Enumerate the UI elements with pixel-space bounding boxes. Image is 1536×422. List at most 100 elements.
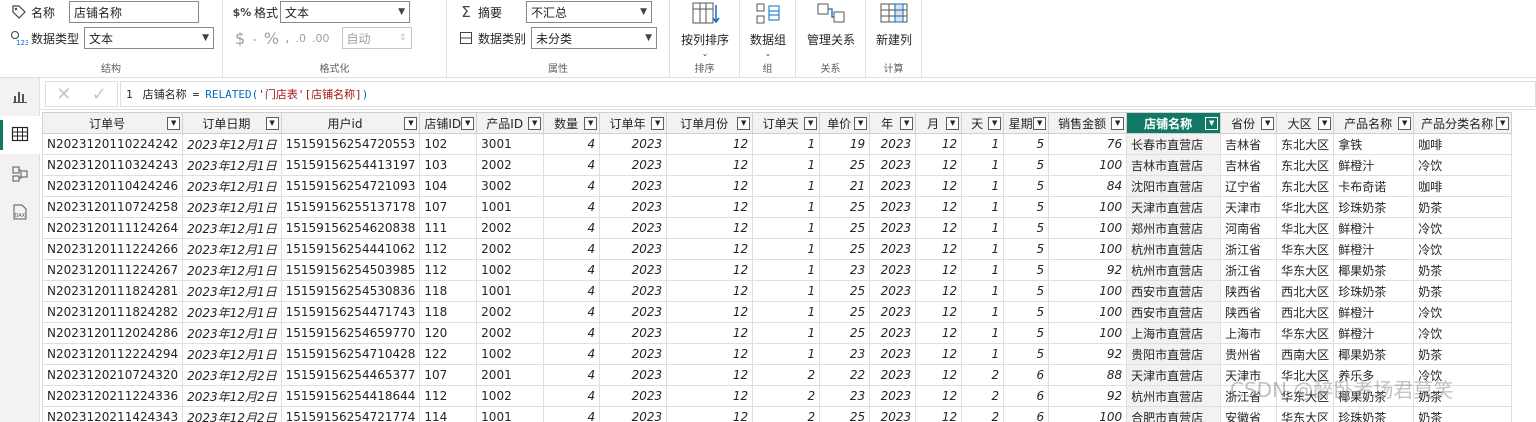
filter-dropdown-icon[interactable]: ▼ [584,116,598,130]
table-cell[interactable]: 鲜橙汁 [1333,154,1415,176]
table-cell[interactable]: 12 [915,238,963,260]
table-cell[interactable]: 12 [666,280,754,302]
table-cell[interactable]: 25 [819,406,871,422]
table-cell[interactable]: 4 [543,280,601,302]
table-cell[interactable]: 1001 [476,196,545,218]
column-header[interactable]: 省份 ▼ [1220,112,1278,134]
table-cell[interactable]: 104 [419,175,478,197]
table-cell[interactable]: 107 [419,196,478,218]
table-cell[interactable]: 1 [752,217,821,239]
table-row[interactable]: N2023120110224242 2023年12月1日 1515915625472… [42,133,1513,155]
table-cell[interactable]: 吉林省 [1220,133,1278,155]
table-cell[interactable]: 100 [1048,217,1128,239]
table-cell[interactable]: 2023 [599,133,668,155]
table-cell[interactable]: 5 [1003,280,1050,302]
table-cell[interactable]: 2023 [599,301,668,323]
table-cell[interactable]: 120 [419,322,478,344]
table-cell[interactable]: 鲜橙汁 [1333,238,1415,260]
table-cell[interactable]: 2023年12月1日 [182,322,282,344]
table-cell[interactable]: 1 [961,133,1005,155]
table-cell[interactable]: 15159156254710428 [280,343,421,365]
table-cell[interactable]: 92 [1048,385,1128,407]
table-cell[interactable]: 22 [819,364,871,386]
table-cell[interactable]: 2 [961,364,1005,386]
column-header[interactable]: 单价 ▼ [819,112,871,134]
table-cell[interactable]: 1 [961,280,1005,302]
table-cell[interactable]: 15159156254503985 [280,259,421,281]
table-cell[interactable]: 19 [819,133,871,155]
table-cell[interactable]: 椰果奶茶 [1333,343,1415,365]
table-cell[interactable]: 2023 [869,343,917,365]
table-cell[interactable]: 冷饮 [1413,217,1513,239]
table-cell[interactable]: 15159156254620838 [280,217,421,239]
comma-icon[interactable]: , [285,30,289,46]
table-cell[interactable]: 奶茶 [1413,259,1513,281]
report-view-button[interactable] [0,78,40,116]
table-cell[interactable]: 浙江省 [1220,259,1278,281]
table-cell[interactable]: 12 [666,385,754,407]
table-cell[interactable]: 23 [819,259,871,281]
table-cell[interactable]: 12 [666,217,754,239]
table-cell[interactable]: 112 [419,385,478,407]
column-header[interactable]: 天 ▼ [961,112,1005,134]
table-cell[interactable]: 2023年12月1日 [182,259,282,281]
column-header[interactable]: 产品名称 ▼ [1333,112,1415,134]
table-cell[interactable]: 沈阳市直营店 [1126,175,1222,197]
table-cell[interactable]: 1 [961,259,1005,281]
table-cell[interactable]: 4 [543,301,601,323]
table-cell[interactable]: 2023年12月1日 [182,343,282,365]
table-cell[interactable]: 12 [666,175,754,197]
table-cell[interactable]: 12 [915,322,963,344]
table-cell[interactable]: 25 [819,154,871,176]
table-cell[interactable]: 1 [752,322,821,344]
table-cell[interactable]: 上海市 [1220,322,1278,344]
summary-select[interactable]: 不汇总 ▼ [526,1,653,23]
column-header[interactable]: 订单天 ▼ [752,112,821,134]
decimal-decrease-icon[interactable]: .0 [296,32,307,45]
table-cell[interactable]: 12 [915,385,963,407]
column-header[interactable]: 月 ▼ [915,112,963,134]
table-row[interactable]: N2023120112224294 2023年12月1日 1515915625471… [42,343,1513,365]
table-cell[interactable]: 12 [915,175,963,197]
table-cell[interactable]: 92 [1048,259,1128,281]
table-cell[interactable]: 4 [543,154,601,176]
table-cell[interactable]: N2023120211224336 [42,385,184,407]
table-cell[interactable]: 15159156254418644 [280,385,421,407]
table-cell[interactable]: 杭州市直营店 [1126,385,1222,407]
table-cell[interactable]: 1001 [476,280,545,302]
table-cell[interactable]: 5 [1003,133,1050,155]
table-cell[interactable]: 25 [819,280,871,302]
filter-dropdown-icon[interactable]: ▼ [1398,116,1412,130]
table-cell[interactable]: 2023 [599,406,668,422]
table-cell[interactable]: 2023 [599,175,668,197]
column-header[interactable]: 星期 ▼ [1003,112,1050,134]
table-cell[interactable]: 1 [961,238,1005,260]
table-cell[interactable]: 2023 [599,280,668,302]
table-cell[interactable]: 4 [543,364,601,386]
table-cell[interactable]: 5 [1003,175,1050,197]
table-cell[interactable]: 5 [1003,343,1050,365]
table-cell[interactable]: 河南省 [1220,217,1278,239]
table-cell[interactable]: 2023年12月1日 [182,175,282,197]
table-cell[interactable]: 陕西省 [1220,280,1278,302]
table-cell[interactable]: 2023 [599,385,668,407]
table-cell[interactable]: 冷饮 [1413,154,1513,176]
table-row[interactable]: N2023120111824281 2023年12月1日 1515915625453… [42,280,1513,302]
table-cell[interactable]: 107 [419,364,478,386]
table-cell[interactable]: 天津市直营店 [1126,364,1222,386]
filter-dropdown-icon[interactable]: ▼ [854,116,868,130]
table-cell[interactable]: 103 [419,154,478,176]
table-cell[interactable]: 西北大区 [1276,280,1335,302]
table-cell[interactable]: 2023 [599,259,668,281]
table-cell[interactable]: 100 [1048,406,1128,422]
manage-relationships-button[interactable]: 管理关系 [796,0,866,60]
table-cell[interactable]: 4 [543,175,601,197]
table-cell[interactable]: 12 [915,364,963,386]
table-cell[interactable]: 12 [666,406,754,422]
table-cell[interactable]: 25 [819,196,871,218]
table-cell[interactable]: N2023120110224242 [42,133,184,155]
table-cell[interactable]: 15159156254465377 [280,364,421,386]
filter-dropdown-icon[interactable]: ▼ [1111,116,1125,130]
table-cell[interactable]: 100 [1048,238,1128,260]
filter-dropdown-icon[interactable]: ▼ [404,116,418,130]
